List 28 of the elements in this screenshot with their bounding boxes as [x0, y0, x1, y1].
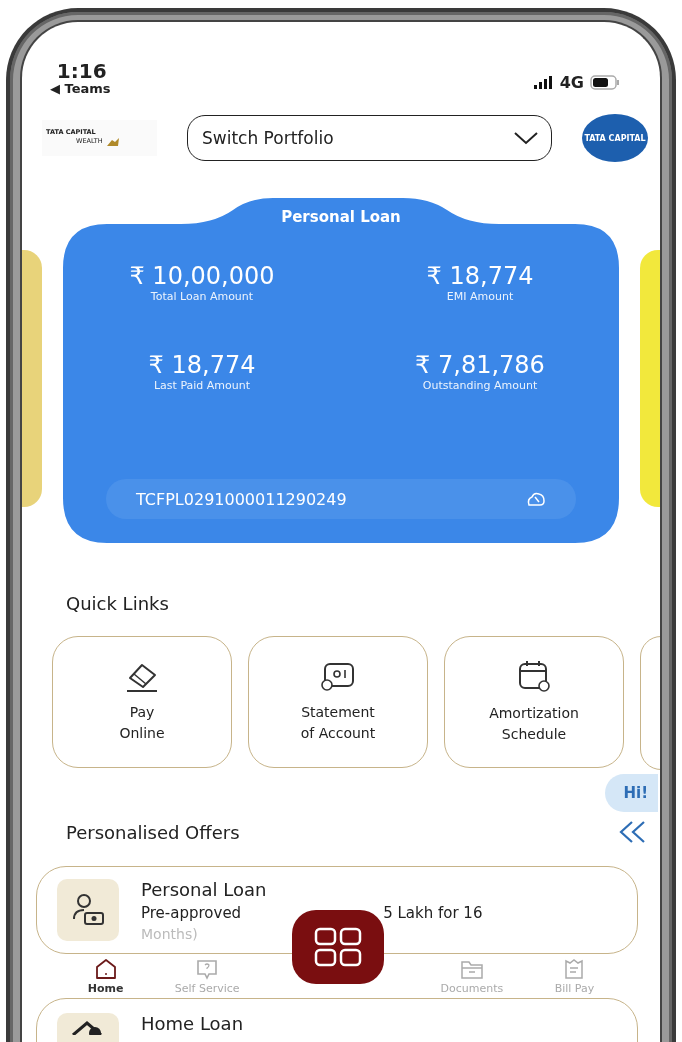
amount-label: EMI Amount: [446, 290, 514, 303]
profile-avatar[interactable]: TATA CAPITAL: [582, 114, 648, 162]
account-number: TCFPL0291000011290249: [136, 489, 347, 509]
amount-value: ₹ 10,00,000: [129, 262, 275, 290]
offer-text: 5 Lakh for 16: [383, 903, 483, 922]
amount-value: ₹ 18,774: [148, 351, 256, 379]
network-label: 4G: [559, 73, 584, 92]
amount-label: Outstanding Amount: [422, 379, 538, 392]
quick-link-tile[interactable]: Statement of Account: [248, 636, 428, 768]
amount-value: ₹ 7,81,786: [415, 351, 545, 379]
offer-title: Home Loan: [141, 1013, 244, 1034]
status-time: 1:16: [56, 61, 107, 81]
back-link[interactable]: ◀ Teams: [50, 81, 111, 96]
quick-link-tile[interactable]: Pay Online: [52, 636, 232, 768]
portfolio-dropdown[interactable]: Switch Portfolio: [187, 115, 552, 161]
offer-title: Personal Loan: [141, 878, 268, 900]
offer-text: Pre-approved: [141, 903, 242, 922]
offer-card[interactable]: Home Loan: [36, 998, 638, 1042]
nav-tab[interactable]: Home: [81, 956, 130, 996]
card-title: Personal Loan: [281, 208, 401, 226]
amount-label: Last Paid Amount: [153, 379, 251, 392]
amount-label: Total Loan Amount: [150, 290, 254, 303]
section-title: Quick Links: [65, 592, 170, 614]
section-title: Personalised Offers: [66, 821, 240, 843]
quick-link-tile[interactable]: Amortization Schedule: [444, 636, 624, 768]
offer-text: Months): [141, 925, 199, 942]
amount-value: ₹ 18,774: [426, 262, 534, 290]
chat-bubble[interactable]: Hi!: [605, 774, 658, 812]
